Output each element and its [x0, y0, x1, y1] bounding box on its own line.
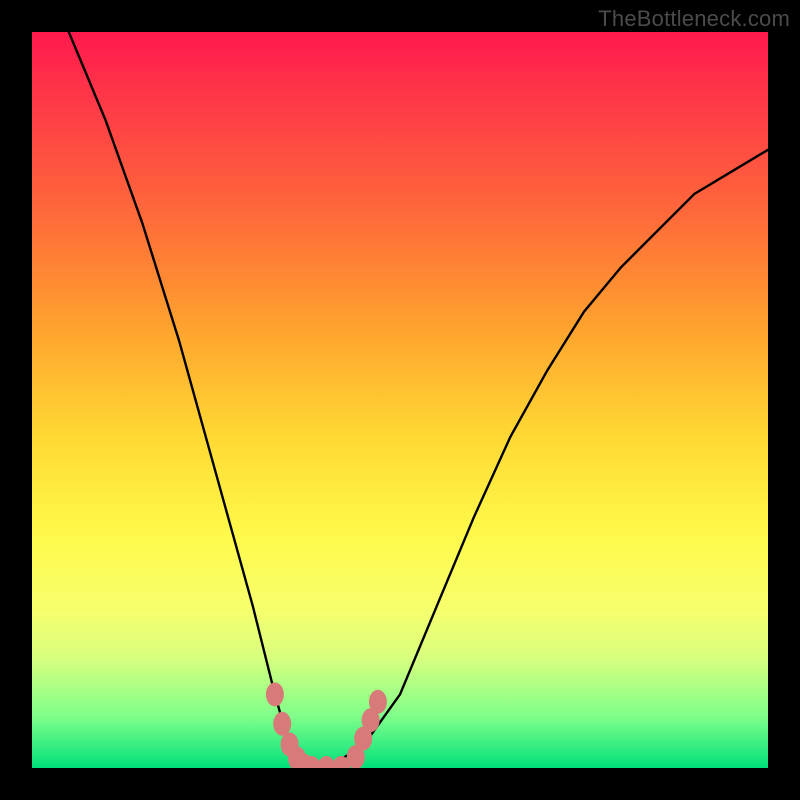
marker-group: [266, 682, 387, 768]
marker-left-blob-1: [266, 682, 284, 706]
marker-left-blob-2: [273, 712, 291, 736]
chart-frame: TheBottleneck.com: [0, 0, 800, 800]
curve-svg: [32, 32, 768, 768]
marker-right-blob-4: [369, 690, 387, 714]
bottleneck-curve: [69, 32, 768, 768]
watermark-text: TheBottleneck.com: [598, 6, 790, 32]
plot-area: [32, 32, 768, 768]
